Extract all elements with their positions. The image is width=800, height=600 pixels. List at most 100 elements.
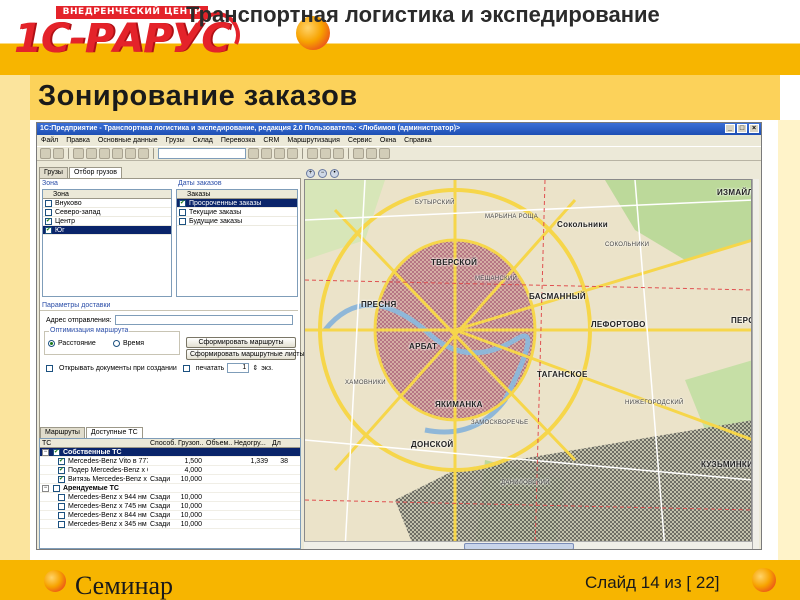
vehicle-checkbox[interactable] (58, 493, 65, 501)
vehicle-checkbox[interactable] (53, 448, 60, 456)
menu-warehouse[interactable]: Склад (193, 135, 213, 146)
radio-distance[interactable] (48, 340, 55, 347)
column-header[interactable]: ТС (40, 439, 148, 447)
column-header[interactable]: Недогру... (232, 439, 270, 447)
map-label-small: ХАМОВНИКИ (345, 380, 386, 386)
grid-icon[interactable] (307, 148, 318, 159)
open-icon[interactable] (53, 148, 64, 159)
column-header[interactable]: Объем... (204, 439, 232, 447)
vehicle-checkbox[interactable] (58, 457, 65, 465)
map-horizontal-scrollbar[interactable] (304, 541, 752, 549)
zone-label: Центр (55, 217, 76, 225)
paste-icon[interactable] (99, 148, 110, 159)
calc-icon[interactable] (320, 148, 331, 159)
locate-icon[interactable]: • (330, 168, 339, 178)
order-checkbox[interactable] (179, 208, 186, 216)
map-label-district: БАСМАННЫЙ (529, 292, 586, 301)
new-icon[interactable] (40, 148, 51, 159)
copies-input[interactable]: 1 (227, 363, 250, 373)
cut-icon[interactable] (73, 148, 84, 159)
vehicle-name-cell: Подер Mercedes-Benz х 67... (40, 466, 148, 475)
zoom-out-icon[interactable] (366, 148, 377, 159)
vehicle-checkbox[interactable] (58, 511, 65, 519)
copy-icon[interactable] (86, 148, 97, 159)
print-checkbox[interactable] (182, 364, 190, 372)
column-header[interactable]: Грузоп... (176, 439, 204, 447)
tab-cargo-filter[interactable]: Отбор грузов (68, 167, 122, 178)
menu-service[interactable]: Сервис (348, 135, 372, 146)
radio-distance-row[interactable]: Расстояние (48, 340, 96, 347)
tab-cargo[interactable]: Грузы (39, 167, 68, 178)
menu-help[interactable]: Справка (404, 135, 431, 146)
doc-icon[interactable] (287, 148, 298, 159)
expand-toggle-icon[interactable]: − (42, 448, 49, 456)
menu-master-data[interactable]: Основные данные (98, 135, 158, 146)
copies-stepper-icon[interactable]: ⇕ (252, 364, 258, 372)
vehicle-checkbox[interactable] (58, 466, 65, 474)
vehicle-name: Витязь Mercedes-Benz х 3... (68, 475, 148, 483)
zone-checkbox[interactable] (45, 226, 52, 234)
map-label-district: ИЗМАЙЛ (717, 188, 752, 197)
zoom-in-icon[interactable]: + (306, 168, 315, 178)
redo-icon[interactable] (138, 148, 149, 159)
folder-icon[interactable] (274, 148, 285, 159)
tab-routes[interactable]: Маршруты (40, 427, 85, 438)
menu-windows[interactable]: Окна (380, 135, 396, 146)
order-checkbox[interactable] (179, 217, 186, 225)
city-map[interactable]: ИЗМАЙЛ Сокольники ТВЕРСКОЙ ПРЕСНЯ БАСМАН… (304, 179, 752, 549)
vehicle-checkbox[interactable] (58, 502, 65, 510)
vehicle-name: Mercedes-Benz х 345 нм 67 (68, 520, 148, 528)
menu-edit[interactable]: Правка (66, 135, 90, 146)
vehicle-name: Собственные ТС (63, 448, 122, 456)
replace-icon[interactable] (261, 148, 272, 159)
expand-toggle-icon[interactable]: − (42, 484, 49, 492)
map-panel: + − • ИЗМАЙЛ Сокольники ТВЕРСКОЙ ПРЕСНЯ … (304, 167, 759, 549)
order-checkbox[interactable] (179, 199, 186, 207)
minimize-icon[interactable]: _ (725, 124, 735, 133)
menu-file[interactable]: Файл (41, 135, 58, 146)
calendar-icon[interactable] (333, 148, 344, 159)
map-label-district: ТВЕРСКОЙ (431, 258, 478, 267)
map-label-district: АРБАТ (409, 342, 438, 351)
maximize-icon[interactable]: □ (737, 124, 747, 133)
column-header[interactable]: Способ... (148, 439, 176, 447)
vehicle-cell: 10,000 (180, 475, 202, 483)
zone-checkbox[interactable] (45, 217, 52, 225)
menu-cargo[interactable]: Грузы (166, 135, 185, 146)
order-row-future[interactable]: Будущие заказы (177, 217, 297, 226)
vehicle-name-cell: Mercedes-Benz Vito в 777 в... (40, 457, 148, 466)
address-row: Адрес отправления: (46, 315, 293, 325)
zoom-in-icon[interactable] (353, 148, 364, 159)
undo-icon[interactable] (125, 148, 136, 159)
zone-checkbox[interactable] (45, 199, 52, 207)
zone-row-south[interactable]: Юг (43, 226, 171, 235)
vehicle-checkbox[interactable] (53, 484, 60, 492)
menu-crm[interactable]: CRM (263, 135, 279, 146)
radio-time-row[interactable]: Время (113, 340, 144, 347)
vehicle-checkbox[interactable] (58, 520, 65, 528)
map-toolbar: + − • (304, 167, 759, 179)
form-routes-button[interactable]: Сформировать маршруты (186, 337, 296, 348)
zone-label: Северо-запад (55, 208, 101, 216)
zone-checkbox[interactable] (45, 208, 52, 216)
scrollbar-thumb[interactable] (464, 543, 574, 549)
radio-time[interactable] (113, 340, 120, 347)
vehicle-row[interactable]: Mercedes-Benz х 345 нм 67 Сзади 10,000 (40, 520, 300, 529)
form-route-sheets-button[interactable]: Сформировать маршрутные листы (186, 349, 305, 360)
order-label: Просроченные заказы (189, 199, 262, 207)
menu-transport[interactable]: Перевозка (221, 135, 255, 146)
search-combo[interactable] (158, 148, 246, 159)
map-label-small: БУТЫРСКИЙ (415, 200, 455, 206)
map-vertical-scrollbar[interactable] (752, 179, 759, 549)
tab-available-vehicles[interactable]: Доступные ТС (85, 427, 143, 438)
address-input[interactable] (114, 315, 293, 325)
zoom-out-icon[interactable]: − (318, 168, 327, 178)
column-header[interactable]: Дл (270, 439, 290, 447)
find-icon[interactable] (248, 148, 259, 159)
delete-icon[interactable] (112, 148, 123, 159)
vehicle-checkbox[interactable] (58, 475, 65, 483)
open-docs-checkbox[interactable] (46, 364, 53, 372)
tools-icon[interactable] (379, 148, 390, 159)
close-icon[interactable]: × (749, 124, 759, 133)
menu-routing[interactable]: Маршрутизация (287, 135, 340, 146)
